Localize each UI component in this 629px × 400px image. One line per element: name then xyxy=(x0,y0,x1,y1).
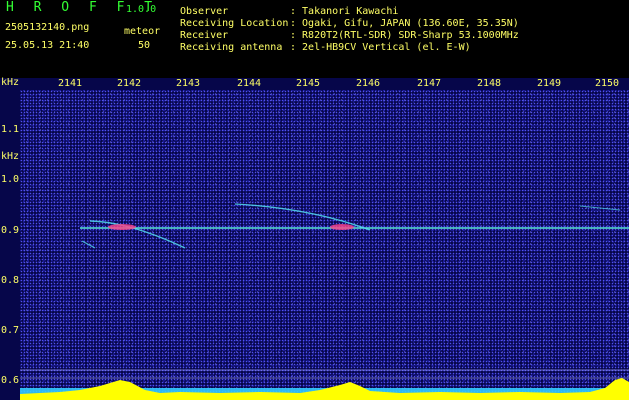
meteor-trace xyxy=(81,240,96,249)
meteor-trace xyxy=(579,205,621,211)
info-value-receiver: : R820T2(RTL-SDR) SDR-Sharp 53.1000MHz xyxy=(290,30,519,41)
meteor-head xyxy=(108,224,136,230)
date-time: 25.05.13 21:40 xyxy=(5,40,90,51)
x-tick-label: 2143 xyxy=(176,78,201,89)
info-label-location: Receiving Location xyxy=(180,18,289,29)
header-panel: H R O F F T 1.0.0 2505132140.png meteor … xyxy=(0,0,629,78)
x-tick-label: 2150 xyxy=(595,78,620,89)
y-tick-label: kHz xyxy=(1,151,20,162)
x-tick-label: 2148 xyxy=(477,78,502,89)
file-name: 2505132140.png xyxy=(5,22,90,33)
y-axis-unit: kHz xyxy=(1,77,20,88)
info-label-receiver: Receiver xyxy=(180,30,229,41)
y-tick-label: 0.9 xyxy=(1,225,20,236)
info-label-antenna: Receiving antenna xyxy=(180,42,283,53)
info-value-location: : Ogaki, Gifu, JAPAN (136.60E, 35.35N) xyxy=(290,18,519,29)
spectrogram-overlay xyxy=(20,90,629,400)
y-tick-label: 0.8 xyxy=(1,275,20,286)
mode-label: meteor xyxy=(124,26,161,37)
x-tick-label: 2149 xyxy=(537,78,562,89)
info-value-antenna: : 2el-HB9CV Vertical (el. E-W) xyxy=(290,42,471,53)
x-tick-label: 2146 xyxy=(356,78,381,89)
x-tick-label: 2144 xyxy=(237,78,262,89)
minute-grid xyxy=(65,90,607,400)
y-tick-label: 0.6 xyxy=(1,375,20,386)
info-value-observer: : Takanori Kawachi xyxy=(290,6,399,17)
x-tick-label: 2141 xyxy=(58,78,83,89)
y-tick-label: 1.0 xyxy=(1,174,20,185)
y-tick-label: 0.7 xyxy=(1,325,20,336)
app-version: 1.0.0 xyxy=(126,4,157,15)
spectrogram-plot xyxy=(20,90,629,400)
meteor-head xyxy=(330,224,354,230)
meteor-trace xyxy=(89,220,186,249)
x-tick-label: 2147 xyxy=(417,78,442,89)
mode-value: 50 xyxy=(138,40,151,51)
x-tick-label: 2142 xyxy=(117,78,142,89)
x-tick-label: 2145 xyxy=(296,78,321,89)
y-tick-label: 1.1 xyxy=(1,124,20,135)
info-label-observer: Observer xyxy=(180,6,229,17)
